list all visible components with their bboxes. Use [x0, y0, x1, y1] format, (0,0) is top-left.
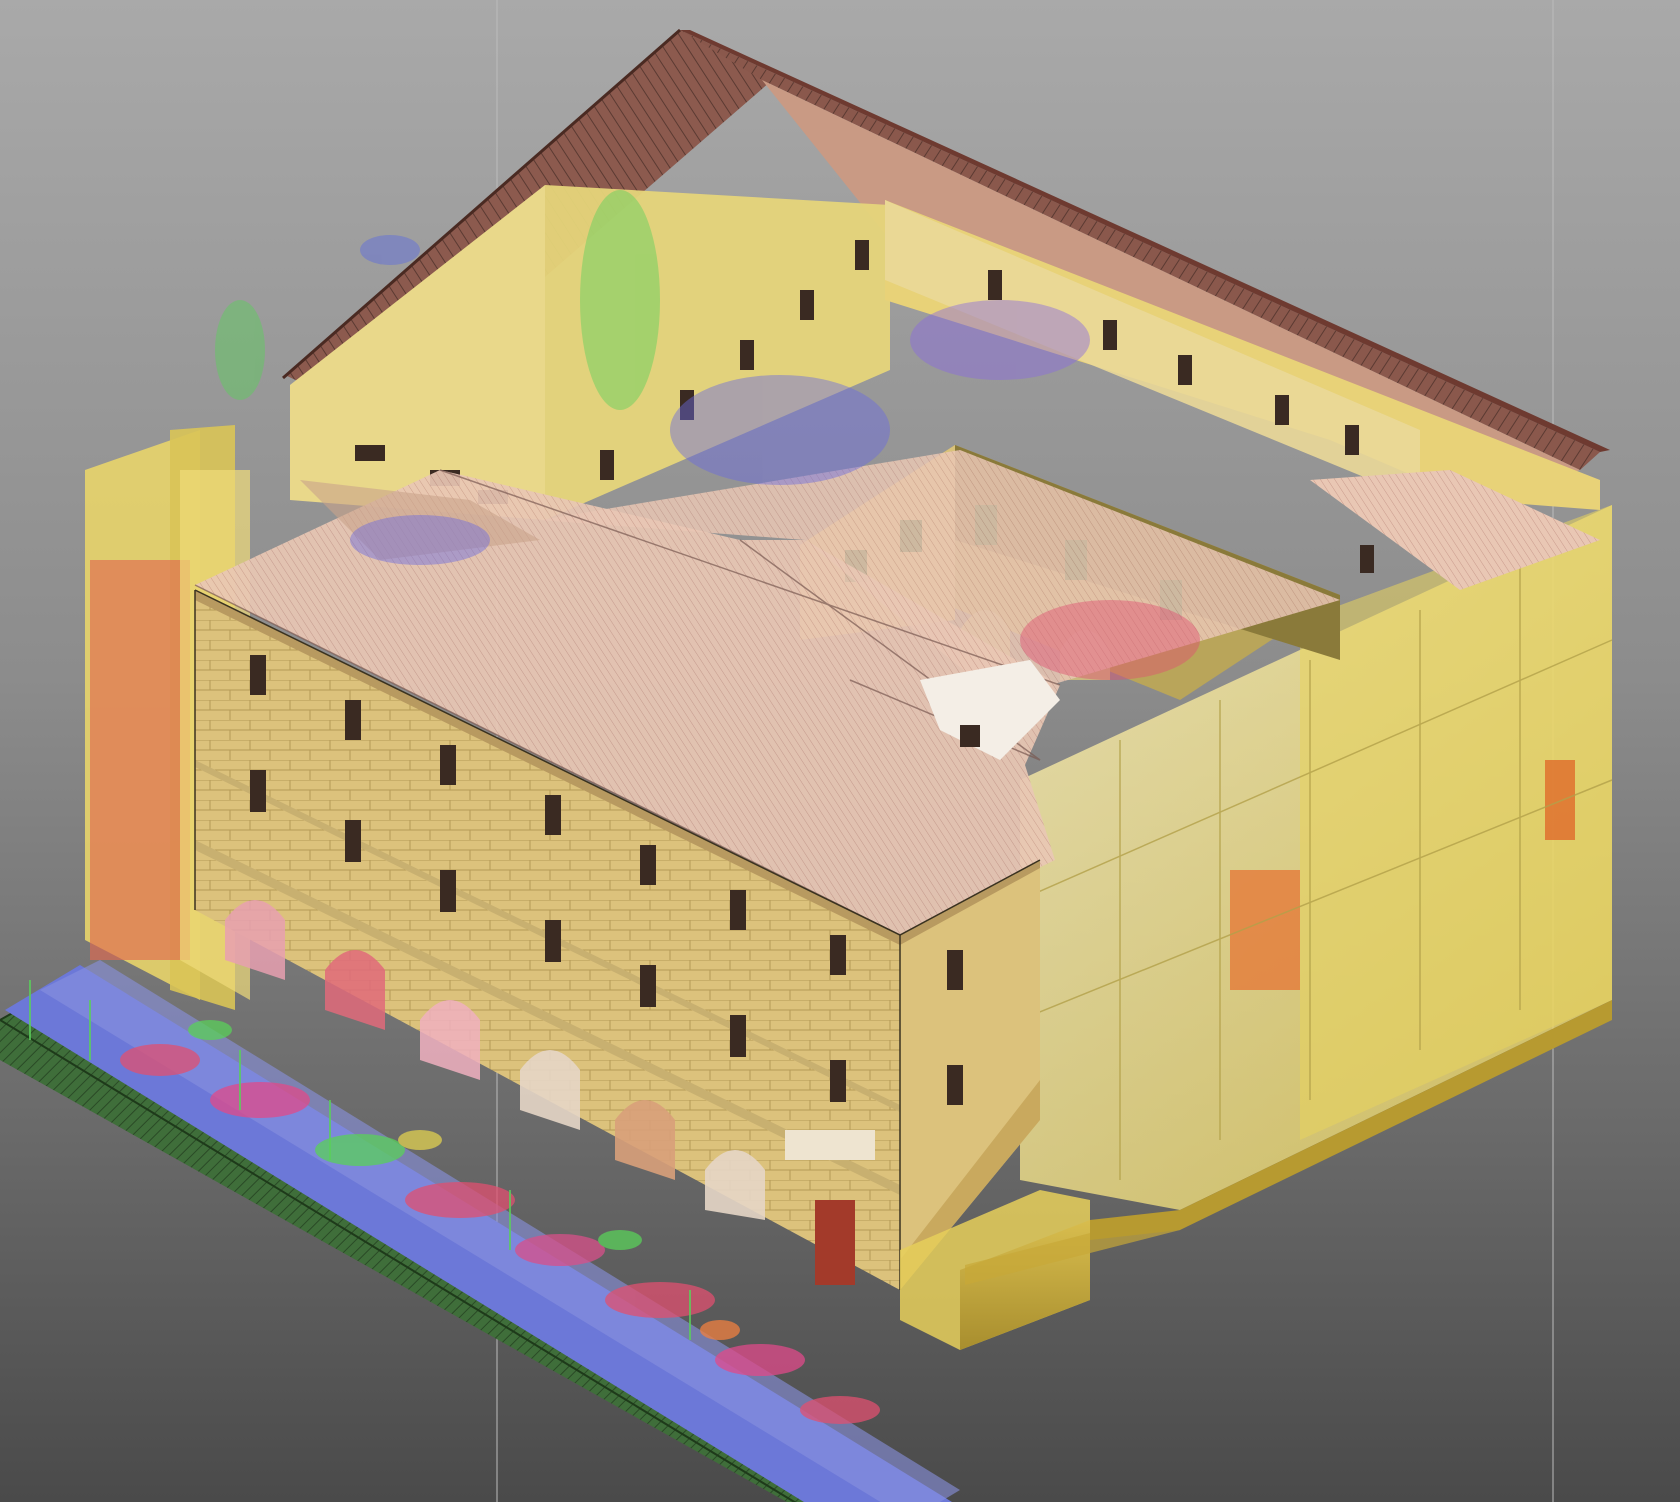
window [947, 950, 963, 990]
window [730, 1015, 746, 1057]
window [640, 965, 656, 1007]
window [250, 770, 266, 812]
main-door [815, 1200, 855, 1285]
window [345, 700, 361, 740]
window [947, 1065, 963, 1105]
window [855, 240, 869, 270]
window [640, 845, 656, 885]
red-facade [90, 560, 190, 960]
window [830, 935, 846, 975]
window [740, 340, 754, 370]
window [250, 655, 266, 695]
window [1103, 320, 1117, 350]
window [545, 795, 561, 835]
window [1275, 395, 1289, 425]
window [730, 890, 746, 930]
interior-panel [1545, 760, 1575, 840]
window [345, 820, 361, 862]
door-portal [785, 1130, 875, 1160]
window [1178, 355, 1192, 385]
window [830, 1060, 846, 1102]
window [545, 920, 561, 962]
dormer-window [960, 725, 980, 747]
building-3d-model[interactable] [0, 0, 1680, 1502]
window [1360, 545, 1374, 573]
window [988, 270, 1002, 300]
window [1345, 425, 1359, 455]
window [440, 870, 456, 912]
bim-viewport[interactable] [0, 0, 1680, 1502]
window [355, 445, 385, 461]
window [440, 745, 456, 785]
window [600, 450, 614, 480]
window [800, 290, 814, 320]
